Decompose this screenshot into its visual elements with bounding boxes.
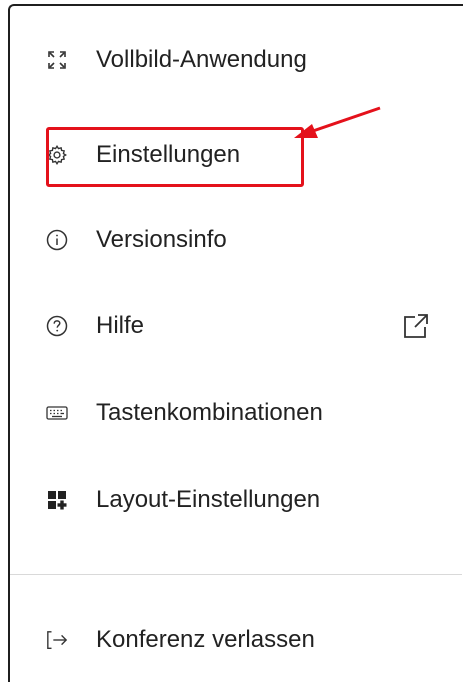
- logout-icon: [46, 629, 68, 651]
- menu-item-label: Konferenz verlassen: [96, 626, 315, 653]
- settings-menu: Vollbild-Anwendung Einstellungen Version…: [10, 6, 462, 682]
- menu-item-help[interactable]: Hilfe: [10, 284, 462, 368]
- layout-icon: [46, 489, 68, 511]
- info-icon: [46, 229, 68, 251]
- annotation-highlight-box: [46, 127, 304, 187]
- menu-item-label: Hilfe: [96, 312, 145, 339]
- menu-item-leave-conference[interactable]: Konferenz verlassen: [10, 598, 462, 682]
- help-icon: [46, 315, 68, 337]
- menu-divider: [10, 574, 462, 575]
- menu-item-version-info[interactable]: Versionsinfo: [10, 198, 462, 282]
- menu-item-label: Versionsinfo: [96, 226, 227, 253]
- menu-item-label: Vollbild-Anwendung: [96, 46, 307, 73]
- menu-item-layout-settings[interactable]: Layout-Einstellungen: [10, 458, 462, 542]
- menu-item-fullscreen[interactable]: Vollbild-Anwendung: [10, 18, 462, 102]
- external-link-icon: [401, 311, 431, 341]
- menu-item-label: Layout-Einstellungen: [96, 486, 321, 513]
- menu-item-label: Tastenkombinationen: [96, 399, 323, 426]
- fullscreen-icon: [46, 49, 68, 71]
- keyboard-icon: [46, 402, 68, 424]
- annotation-arrow: [294, 106, 381, 138]
- menu-item-keyboard-shortcuts[interactable]: Tastenkombinationen: [10, 371, 462, 455]
